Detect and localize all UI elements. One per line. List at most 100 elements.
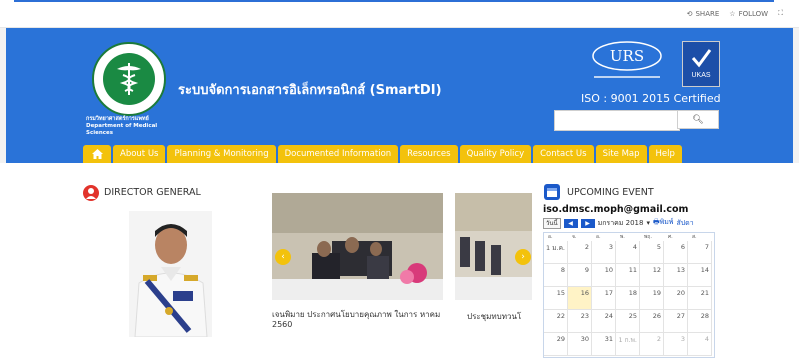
news-slide-image-2[interactable] bbox=[455, 193, 532, 300]
nav-contact-us[interactable]: Contact Us bbox=[533, 145, 594, 163]
calendar-dow-label: ศ. bbox=[668, 234, 673, 240]
chevron-right-icon: › bbox=[521, 252, 525, 262]
nav-documented-information[interactable]: Documented Information bbox=[277, 145, 399, 163]
nav-site-map[interactable]: Site Map bbox=[595, 145, 647, 163]
calendar-day-cell[interactable]: 13 bbox=[664, 264, 688, 287]
calendar-dow-label: พ. bbox=[620, 234, 625, 240]
ukas-logo: UKAS bbox=[682, 41, 720, 87]
calendar-day-cell[interactable]: 2 bbox=[640, 333, 664, 356]
follow-button[interactable]: ☆ FOLLOW bbox=[729, 10, 768, 18]
department-thai: กรมวิทยาศาสตร์การแพทย์ bbox=[86, 116, 149, 122]
calendar-day-cell[interactable]: 16 bbox=[568, 287, 592, 310]
calendar-day-cell[interactable]: 3 bbox=[592, 241, 616, 264]
nav-quality-policy[interactable]: Quality Policy bbox=[459, 145, 532, 163]
follow-label: FOLLOW bbox=[738, 9, 769, 18]
user-icon bbox=[83, 185, 99, 201]
main-nav: About Us Planning & Monitoring Documente… bbox=[83, 145, 682, 163]
calendar-day-cell[interactable]: 22 bbox=[544, 310, 568, 333]
urs-logo: URS bbox=[592, 41, 662, 78]
chevron-left-icon: ‹ bbox=[281, 252, 285, 262]
search-button[interactable]: 🔍︎ bbox=[677, 110, 719, 129]
calendar-day-cell[interactable]: 19 bbox=[640, 287, 664, 310]
ukas-label: UKAS bbox=[691, 72, 710, 79]
share-label: SHARE bbox=[695, 9, 720, 18]
director-photo bbox=[129, 211, 212, 337]
calendar-day-cell[interactable]: 4 bbox=[688, 333, 712, 356]
calendar-toolbar: วันนี้ ◀ ▶ มกราคม 2018 ▾ 🖶พิมพ์ สัปดา bbox=[543, 217, 713, 229]
event-section-title: UPCOMING EVENT bbox=[567, 187, 654, 198]
calendar-day-cell[interactable]: 15 bbox=[544, 287, 568, 310]
calendar-dow-label: พฤ. bbox=[644, 234, 652, 240]
calendar-email: iso.dmsc.moph@gmail.com bbox=[543, 204, 689, 215]
nav-planning-monitoring[interactable]: Planning & Monitoring bbox=[167, 145, 276, 163]
search-icon: 🔍︎ bbox=[692, 114, 704, 125]
nav-resources[interactable]: Resources bbox=[400, 145, 458, 163]
calendar-month-dropdown[interactable]: ▾ bbox=[646, 219, 650, 227]
calendar-day-cell[interactable]: 26 bbox=[640, 310, 664, 333]
slide-caption-2[interactable]: ประชุมทบทวนโ bbox=[467, 310, 537, 323]
calendar-day-cell[interactable]: 2 bbox=[568, 241, 592, 264]
calendar-day-cell[interactable]: 5 bbox=[640, 241, 664, 264]
caduceus-icon bbox=[117, 63, 141, 95]
calendar-today-button[interactable]: วันนี้ bbox=[543, 217, 561, 229]
director-section-title: DIRECTOR GENERAL bbox=[104, 187, 201, 198]
calendar-week-tab[interactable]: สัปดา bbox=[676, 218, 693, 229]
calendar-day-cell[interactable]: 29 bbox=[544, 333, 568, 356]
department-english: Department of Medical Sciences bbox=[86, 123, 158, 136]
calendar-day-cell[interactable]: 8 bbox=[544, 264, 568, 287]
calendar-day-cell[interactable]: 17 bbox=[592, 287, 616, 310]
nav-about-us[interactable]: About Us bbox=[113, 145, 166, 163]
ministry-logo[interactable] bbox=[92, 42, 166, 116]
share-button[interactable]: ⟲ SHARE bbox=[687, 10, 720, 18]
iso-certified-text: ISO : 9001 2015 Certified bbox=[581, 92, 721, 105]
calendar-day-cell[interactable]: 1 ม.ค. bbox=[544, 241, 568, 264]
department-name: กรมวิทยาศาสตร์การแพทย์ Department of Med… bbox=[86, 116, 176, 137]
calendar-day-cell[interactable]: 10 bbox=[592, 264, 616, 287]
calendar-day-cell[interactable]: 20 bbox=[664, 287, 688, 310]
calendar-prev-button[interactable]: ◀ bbox=[563, 218, 578, 228]
calendar-next-button[interactable]: ▶ bbox=[580, 218, 595, 228]
calendar-day-cell[interactable]: 11 bbox=[616, 264, 640, 287]
logo-emblem bbox=[103, 53, 155, 105]
calendar-dow-label: อ. bbox=[548, 234, 553, 240]
calendar-day-cell[interactable]: 24 bbox=[592, 310, 616, 333]
share-icon: ⟲ bbox=[686, 9, 693, 18]
calendar-day-cell[interactable]: 25 bbox=[616, 310, 640, 333]
calendar-dow-label: ส. bbox=[692, 234, 697, 240]
calendar-day-cell[interactable]: 23 bbox=[568, 310, 592, 333]
calendar-day-cell[interactable]: 18 bbox=[616, 287, 640, 310]
search-input[interactable] bbox=[554, 110, 680, 131]
share-follow-box: ⟲ SHARE ☆ FOLLOW ⛶ bbox=[687, 9, 783, 18]
calendar-dow-label: จ. bbox=[572, 234, 577, 240]
focus-icon[interactable]: ⛶ bbox=[778, 9, 783, 18]
calendar-icon bbox=[544, 184, 560, 200]
nav-help[interactable]: Help bbox=[648, 145, 682, 163]
calendar-day-cell[interactable]: 1 ก.พ. bbox=[616, 333, 640, 356]
slide-next-button[interactable]: › bbox=[515, 249, 531, 265]
site-header: กรมวิทยาศาสตร์การแพทย์ Department of Med… bbox=[6, 28, 793, 163]
calendar-day-cell[interactable]: 31 bbox=[592, 333, 616, 356]
slide-caption-1[interactable]: เจนพิมาย ประกาศนโยบายคุณภาพ ในการ หาคม 2… bbox=[272, 310, 447, 330]
calendar-month-label: มกราคม 2018 bbox=[597, 218, 644, 227]
calendar-day-cell[interactable]: 30 bbox=[568, 333, 592, 356]
calendar-day-cell[interactable]: 4 bbox=[616, 241, 640, 264]
calendar-day-cell[interactable]: 7 bbox=[688, 241, 712, 264]
calendar-day-cell[interactable]: 9 bbox=[568, 264, 592, 287]
star-icon: ☆ bbox=[729, 9, 736, 18]
calendar-day-cell[interactable]: 21 bbox=[688, 287, 712, 310]
calendar-day-cell[interactable]: 28 bbox=[688, 310, 712, 333]
calendar-day-cell[interactable]: 14 bbox=[688, 264, 712, 287]
calendar-grid: อ. จ. อ. พ. พฤ. ศ. ส. 1 ม.ค. 2 3 4 5 6 7 8 9 10 11 12 13 14 1… bbox=[543, 232, 715, 358]
top-accent-line bbox=[14, 0, 774, 2]
calendar-day-cell[interactable]: 12 bbox=[640, 264, 664, 287]
calendar-print-button[interactable]: 🖶พิมพ์ bbox=[653, 217, 673, 229]
nav-home[interactable] bbox=[83, 145, 111, 163]
urs-label: URS bbox=[610, 47, 644, 65]
calendar-day-cell[interactable]: 6 bbox=[664, 241, 688, 264]
calendar-day-cell[interactable]: 3 bbox=[664, 333, 688, 356]
news-slide-image[interactable] bbox=[272, 193, 443, 300]
calendar-print-label: พิมพ์ bbox=[659, 218, 674, 226]
site-title[interactable]: ระบบจัดการเอกสารอิเล็กทรอนิกส์ (SmartDI) bbox=[178, 79, 442, 100]
calendar-day-cell[interactable]: 27 bbox=[664, 310, 688, 333]
slide-prev-button[interactable]: ‹ bbox=[275, 249, 291, 265]
